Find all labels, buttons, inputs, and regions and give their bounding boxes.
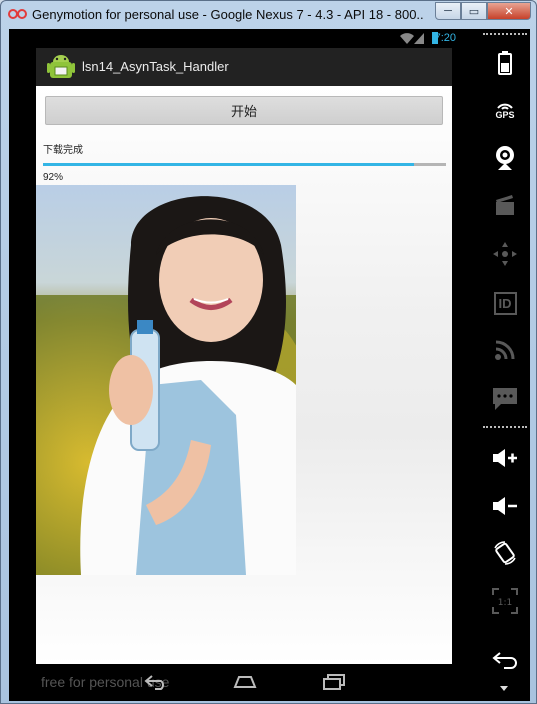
gps-widget-button[interactable]: GPS	[480, 94, 530, 126]
app-title: lsn14_AsynTask_Handler	[82, 59, 229, 74]
downloaded-photo	[36, 185, 296, 575]
dpad-icon	[493, 242, 517, 266]
pixel-perfect-label: 1:1	[498, 598, 512, 608]
action-bar: lsn14_AsynTask_Handler	[36, 48, 452, 86]
app-content: 开始 下载完成 92%	[36, 86, 452, 664]
status-clock: 7:20	[434, 32, 456, 44]
rss-icon	[495, 340, 515, 360]
sms-icon	[493, 388, 517, 410]
emulator-display: 7:20 lsn14_AsynTask_Handler 开始 下载完成 92%	[9, 29, 530, 701]
back-icon	[492, 652, 517, 669]
volume-down-button[interactable]	[480, 490, 530, 522]
nav-back-icon[interactable]	[144, 674, 168, 690]
device-id-icon: ID	[493, 291, 517, 315]
gps-icon	[497, 103, 513, 110]
dpad-widget-button[interactable]	[480, 238, 530, 270]
genymotion-window: Genymotion for personal use - Google Nex…	[0, 0, 537, 704]
battery-icon	[498, 51, 512, 75]
window-controls: ─ ▭ ✕	[435, 2, 531, 20]
camera-icon	[496, 146, 514, 170]
sidebar-scroll-arrow[interactable]	[500, 686, 508, 691]
volume-up-icon	[493, 449, 517, 467]
volume-down-icon	[493, 497, 517, 515]
sidebar-divider	[483, 33, 527, 35]
nav-recent-apps-icon[interactable]	[322, 674, 346, 690]
progress-percent-text: 92%	[43, 172, 64, 183]
window-titlebar[interactable]: Genymotion for personal use - Google Nex…	[1, 1, 536, 29]
video-capture-icon	[496, 195, 514, 215]
android-app-icon[interactable]	[46, 52, 76, 82]
download-status-text: 下载完成	[43, 145, 83, 156]
window-title: Genymotion for personal use - Google Nex…	[32, 7, 424, 22]
gps-label: GPS	[495, 110, 515, 120]
start-button[interactable]: 开始	[45, 96, 443, 125]
pixel-perfect-button[interactable]: 1:1	[480, 585, 530, 617]
battery-widget-button[interactable]	[480, 47, 530, 79]
nav-home-icon[interactable]	[232, 676, 258, 688]
android-nav-bar: free for personal use	[36, 664, 452, 701]
camera-widget-button[interactable]	[480, 142, 530, 174]
minimize-button[interactable]: ─	[435, 2, 461, 20]
android-status-bar: 7:20	[9, 29, 472, 48]
wifi-icon	[400, 33, 414, 44]
rotate-icon	[494, 541, 516, 565]
signal-icon	[414, 33, 424, 44]
download-progress-bar	[43, 163, 446, 166]
back-button[interactable]	[480, 644, 530, 676]
volume-up-button[interactable]	[480, 442, 530, 474]
genymotion-sidebar: GPS ID 1:1	[480, 29, 530, 701]
genymotion-logo-icon	[8, 9, 27, 19]
maximize-button[interactable]: ▭	[461, 2, 487, 20]
close-button[interactable]: ✕	[487, 2, 531, 20]
pixel-perfect-icon: 1:1	[492, 588, 518, 614]
sms-widget-button[interactable]	[480, 383, 530, 415]
video-capture-widget-button[interactable]	[480, 189, 530, 221]
progress-fill	[43, 163, 414, 166]
sidebar-divider-2	[483, 426, 527, 428]
device-id-widget-button[interactable]: ID	[480, 287, 530, 319]
rotate-button[interactable]	[480, 537, 530, 569]
network-widget-button[interactable]	[480, 334, 530, 366]
